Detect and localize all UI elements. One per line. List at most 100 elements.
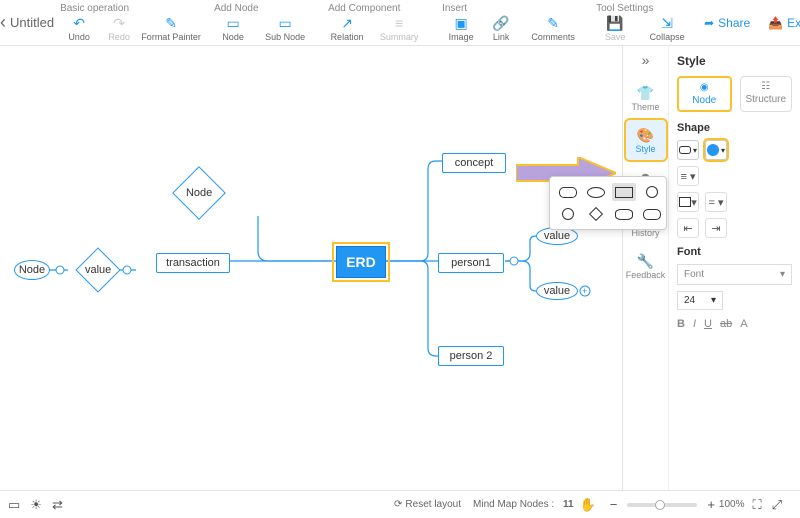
summary-button[interactable]: ≡Summary: [368, 15, 430, 42]
strike-button[interactable]: ab: [720, 318, 732, 330]
node-erd-root[interactable]: ERD: [336, 246, 386, 278]
node-diamond-node[interactable]: Node: [172, 166, 226, 220]
save-button[interactable]: 💾Save: [596, 15, 634, 42]
format-painter-button[interactable]: ✎Format Painter: [140, 15, 202, 42]
shape-rounded2[interactable]: [640, 205, 664, 223]
node-ellipse-left[interactable]: Node: [14, 260, 50, 280]
group-label: Basic operation: [60, 3, 202, 14]
redo-button[interactable]: ↷Redo: [100, 15, 138, 42]
sidebar-tab-col: » 👕Theme 🎨Style ☻Format ⟲History 🔧Feedba…: [623, 46, 669, 490]
group-label: Add Node: [214, 3, 316, 14]
underline-button[interactable]: U: [704, 318, 712, 330]
group-add-component: Add Component ↗Relation ≡Summary: [322, 0, 436, 45]
export-button[interactable]: 📤Export: [768, 16, 800, 30]
border-width-button[interactable]: = ▾: [705, 192, 727, 212]
zoom-level[interactable]: 100%: [719, 499, 745, 510]
zoom-in-button[interactable]: +: [707, 497, 715, 512]
share-button[interactable]: ➦Share: [704, 16, 750, 30]
collapse-icon: ⇲: [661, 15, 673, 31]
document-title[interactable]: Untitled: [10, 15, 54, 30]
group-label: Insert: [442, 3, 584, 14]
node-button[interactable]: ▭Node: [214, 15, 252, 42]
node-concept[interactable]: concept: [442, 153, 506, 173]
tab-theme[interactable]: 👕Theme: [626, 78, 666, 118]
group-tool-settings: Tool Settings 💾Save ⇲Collapse: [590, 0, 704, 45]
subtab-structure[interactable]: ☷Structure: [740, 76, 793, 112]
relation-icon: ↗: [341, 15, 353, 31]
line-style-button[interactable]: ≡ ▾: [677, 166, 699, 186]
main-area: + Node value transaction Node ERD concep…: [0, 46, 800, 490]
indent-right-button[interactable]: ⇥: [705, 218, 727, 238]
shape-circle2[interactable]: [556, 205, 580, 223]
comments-icon: ✎: [547, 15, 559, 31]
shape-ellipse[interactable]: [584, 183, 608, 201]
reset-layout-button[interactable]: ⟳Reset layout: [394, 499, 461, 510]
swap-icon[interactable]: ⇄: [52, 497, 63, 513]
node-icon: ▭: [226, 15, 239, 31]
tab-style[interactable]: 🎨Style: [626, 120, 666, 160]
wrench-icon: 🔧: [637, 253, 654, 270]
tab-feedback[interactable]: 🔧Feedback: [626, 246, 666, 286]
relation-button[interactable]: ↗Relation: [328, 15, 366, 42]
fullscreen-icon[interactable]: ⤢: [772, 497, 782, 513]
zoom-out-button[interactable]: −: [610, 497, 618, 512]
fit-icon[interactable]: ⛶: [752, 497, 761, 513]
shape-rounded-rect[interactable]: [556, 183, 580, 201]
node-transaction[interactable]: transaction: [156, 253, 230, 273]
font-color-button[interactable]: A: [740, 318, 747, 330]
svg-text:+: +: [582, 286, 587, 296]
shape-capsule[interactable]: [612, 205, 636, 223]
shirt-icon: 👕: [637, 85, 654, 102]
image-button[interactable]: ▣Image: [442, 15, 480, 42]
shape-circle[interactable]: [640, 183, 664, 201]
back-button[interactable]: ‹: [0, 12, 6, 33]
group-add-node: Add Node ▭Node ▭Sub Node: [208, 0, 322, 45]
shape-rect[interactable]: [612, 183, 636, 201]
font-family-select[interactable]: Font▾: [677, 264, 792, 285]
indent-left-button[interactable]: ⇤: [677, 218, 699, 238]
font-size-select[interactable]: 24▾: [677, 291, 723, 310]
font-section-label: Font: [677, 246, 792, 258]
shape-diamond[interactable]: [584, 205, 608, 223]
shape-picker-button[interactable]: ▾: [677, 140, 699, 160]
sun-icon[interactable]: ☀: [30, 497, 42, 513]
sub-node-icon: ▭: [278, 15, 291, 31]
border-color-button[interactable]: ▾: [677, 192, 699, 212]
share-icon: ➦: [704, 16, 714, 30]
group-label: Tool Settings: [596, 3, 698, 14]
group-label: Add Component: [328, 3, 430, 14]
shape-picker-popup: [549, 176, 667, 230]
summary-icon: ≡: [395, 15, 403, 31]
zoom-slider[interactable]: [627, 503, 697, 507]
italic-button[interactable]: I: [693, 318, 696, 330]
pan-icon[interactable]: ✋: [580, 497, 596, 513]
node-person1[interactable]: person1: [438, 253, 504, 273]
right-sidebar: » 👕Theme 🎨Style ☻Format ⟲History 🔧Feedba…: [622, 46, 800, 490]
group-basic-operation: Basic operation ↶Undo ↷Redo ✎Format Pain…: [54, 0, 208, 45]
fill-color-button[interactable]: ▾: [705, 140, 727, 160]
export-icon: 📤: [768, 16, 783, 30]
toolbar-groups: Basic operation ↶Undo ↷Redo ✎Format Pain…: [54, 0, 704, 45]
node-value2[interactable]: value: [536, 282, 578, 300]
topbar-right: ➦Share 📤Export: [704, 16, 800, 30]
collapse-button[interactable]: ⇲Collapse: [636, 15, 698, 42]
palette-icon: 🎨: [637, 127, 654, 144]
node-diamond-value[interactable]: value: [75, 247, 120, 292]
bold-button[interactable]: B: [677, 318, 685, 330]
undo-button[interactable]: ↶Undo: [60, 15, 98, 42]
sidebar-collapse-button[interactable]: »: [642, 52, 650, 68]
sub-node-button[interactable]: ▭Sub Node: [254, 15, 316, 42]
presentation-icon[interactable]: ▭: [8, 497, 20, 513]
node-icon: ◉: [700, 82, 709, 93]
node-person2[interactable]: person 2: [438, 346, 504, 366]
group-insert: Insert ▣Image 🔗Link ✎Comments: [436, 0, 590, 45]
structure-icon: ☷: [761, 81, 770, 92]
panel-title: Style: [677, 54, 792, 68]
link-button[interactable]: 🔗Link: [482, 15, 520, 42]
style-panel: Style ◉Node ☷Structure Shape ▾ ▾ ≡ ▾ ▾ =…: [669, 46, 800, 490]
undo-icon: ↶: [73, 15, 85, 31]
link-icon: 🔗: [492, 15, 509, 31]
comments-button[interactable]: ✎Comments: [522, 15, 584, 42]
subtab-node[interactable]: ◉Node: [677, 76, 732, 112]
text-format-row: B I U ab A: [677, 318, 792, 330]
